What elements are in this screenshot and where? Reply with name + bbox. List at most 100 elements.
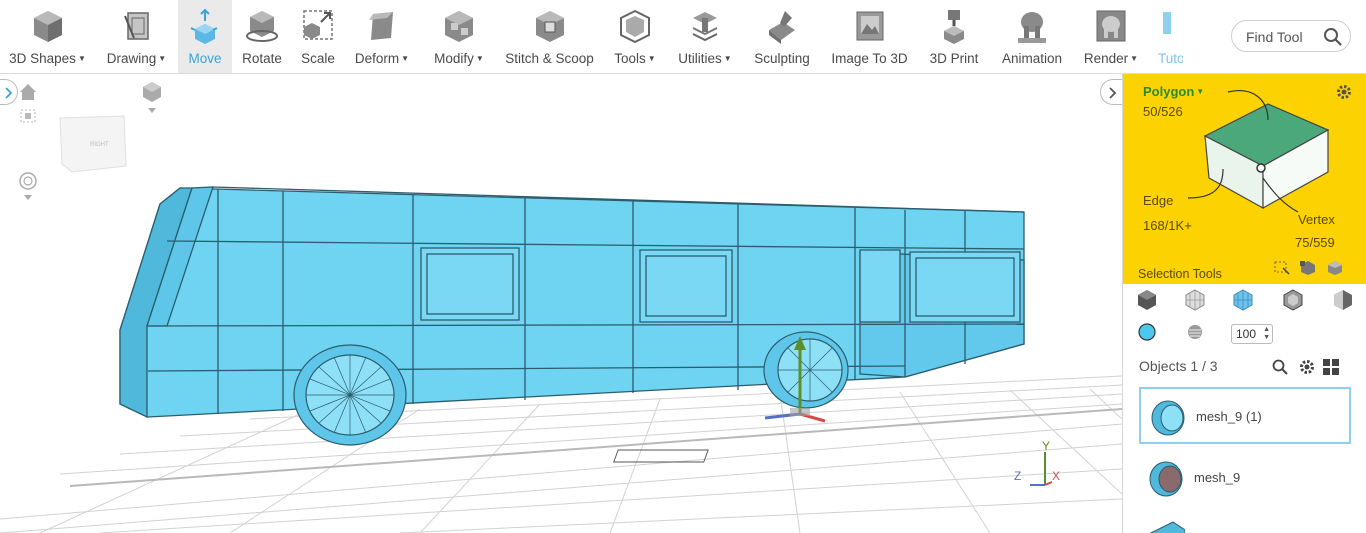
tool-tools[interactable]: Tools ▼ xyxy=(601,0,669,73)
tool-label: Image To 3D xyxy=(831,51,908,66)
tool-label: Render xyxy=(1083,51,1129,66)
left-panel-toggle[interactable] xyxy=(0,79,18,105)
tool-sculpting[interactable]: Sculpting xyxy=(741,0,823,73)
opacity-value: 100 xyxy=(1236,327,1257,341)
chevron-right-icon xyxy=(1109,87,1117,99)
object-thumbnail-partial xyxy=(1149,521,1185,533)
home-view-icon[interactable] xyxy=(18,82,38,102)
transparent-view-icon[interactable] xyxy=(1281,288,1305,312)
object-thumbnail xyxy=(1149,461,1183,497)
tool-label: Utilities xyxy=(678,51,722,66)
stepper-arrows-icon[interactable]: ▲ ▼ xyxy=(1263,326,1270,342)
selection-tools-label: Selection Tools xyxy=(1138,267,1222,281)
tool-label: Modify xyxy=(434,51,474,66)
stitch-scoop-icon xyxy=(535,11,564,42)
texture-icon[interactable] xyxy=(1185,322,1205,342)
tool-stitch-scoop[interactable]: Stitch & Scoop xyxy=(498,0,601,73)
object-name: mesh_9 xyxy=(1194,470,1241,485)
gear-icon[interactable] xyxy=(1335,83,1353,101)
tool-label: 3D Shapes xyxy=(9,51,76,66)
find-tool-input[interactable] xyxy=(1246,27,1326,47)
select-all-icon[interactable] xyxy=(1326,260,1344,276)
find-tool-search[interactable] xyxy=(1231,20,1351,52)
3d-viewport[interactable]: Y X Z RIGHT xyxy=(0,74,1122,533)
display-mode-row xyxy=(1123,288,1366,318)
wheel-front[interactable] xyxy=(763,331,849,409)
tool-move[interactable]: Move xyxy=(178,0,232,73)
frame-view-icon[interactable] xyxy=(18,107,38,125)
object-list-item[interactable]: mesh_9 xyxy=(1139,450,1351,507)
search-icon[interactable] xyxy=(1322,26,1344,48)
object-list-item[interactable]: mesh_9 (1) xyxy=(1139,387,1351,444)
tool-modify[interactable]: Modify ▼ xyxy=(420,0,498,73)
tool-animation[interactable]: Animation xyxy=(992,0,1072,73)
edge-count: 168/1K+ xyxy=(1143,218,1192,233)
tool-label: Scale xyxy=(301,51,335,66)
modify-icon xyxy=(445,11,473,42)
opacity-stepper[interactable]: 100 ▲ ▼ xyxy=(1231,324,1273,344)
solid-wireframe-view-icon[interactable] xyxy=(1231,288,1255,312)
projection-toggle-icon[interactable] xyxy=(140,80,164,114)
rotate-icon xyxy=(246,11,278,42)
main-toolbar: 3D Shapes ▼ Drawing ▼ Move Rotate Scale De… xyxy=(0,0,1366,74)
axis-z-label: Z xyxy=(1014,469,1021,483)
sculpting-icon xyxy=(769,11,795,44)
view-cube[interactable]: RIGHT xyxy=(59,115,127,173)
edge-mode-label[interactable]: Edge xyxy=(1143,193,1173,208)
axis-y-label: Y xyxy=(1042,439,1050,453)
selection-mode-dropdown[interactable]: Polygon ▼ xyxy=(1143,84,1204,99)
search-icon[interactable] xyxy=(1271,358,1289,376)
view-cube-face-label: RIGHT xyxy=(90,142,109,148)
axis-triad: Y X Z xyxy=(1014,439,1060,486)
deform-icon xyxy=(369,12,393,40)
objects-count-label: Objects 1 / 3 xyxy=(1139,358,1218,374)
tool-drawing[interactable]: Drawing ▼ xyxy=(95,0,178,73)
render-icon xyxy=(1096,10,1126,42)
mesh-color-swatch[interactable] xyxy=(1137,322,1157,342)
selection-panel: Polygon ▼ 50/526 Edge 168/1K+ Vertex 75/5… xyxy=(1123,74,1366,284)
select-connected-icon[interactable] xyxy=(1299,260,1317,276)
tool-label: Rotate xyxy=(242,51,282,66)
tutorials-icon xyxy=(1162,12,1171,34)
solid-view-icon[interactable] xyxy=(1135,288,1159,312)
tool-image-to-3d[interactable]: Image To 3D xyxy=(823,0,916,73)
object-name: mesh_9 (1) xyxy=(1196,409,1262,424)
tool-rotate[interactable]: Rotate xyxy=(232,0,292,73)
scene-canvas[interactable]: Y X Z RIGHT xyxy=(0,74,1122,533)
tool-3d-shapes[interactable]: 3D Shapes ▼ xyxy=(0,0,95,73)
tool-label: Tools xyxy=(614,51,646,66)
app-window: 3D Shapes ▼ Drawing ▼ Move Rotate Scale De… xyxy=(0,0,1366,533)
bus-mesh[interactable] xyxy=(119,186,1025,419)
image-to-3d-icon xyxy=(856,11,883,41)
tool-render[interactable]: Render ▼ xyxy=(1072,0,1150,73)
right-panel-toggle[interactable] xyxy=(1100,79,1122,105)
vertex-mode-label[interactable]: Vertex xyxy=(1298,212,1335,227)
tool-utilities[interactable]: Utilities ▼ xyxy=(669,0,741,73)
cube-icon xyxy=(33,11,62,42)
chevron-right-icon xyxy=(5,87,13,99)
tool-tutorials[interactable]: Tuto xyxy=(1150,0,1183,73)
tool-label: Sculpting xyxy=(754,51,810,66)
right-sidebar: Polygon ▼ 50/526 Edge 168/1K+ Vertex 75/5… xyxy=(1122,74,1366,533)
axis-x-label: X xyxy=(1052,469,1060,483)
drawing-icon xyxy=(123,12,149,40)
orbit-view-icon[interactable] xyxy=(17,171,39,203)
selection-mode-label: Polygon xyxy=(1143,84,1195,99)
grid-view-icon[interactable] xyxy=(1322,358,1340,376)
tool-label: 3D Print xyxy=(929,51,979,66)
polygon-count: 50/526 xyxy=(1143,104,1183,119)
wheel-rear[interactable] xyxy=(293,344,407,446)
tool-deform[interactable]: Deform ▼ xyxy=(344,0,420,73)
xray-view-icon[interactable] xyxy=(1331,288,1355,312)
move-icon xyxy=(190,8,218,44)
3d-print-icon xyxy=(944,10,964,44)
tool-scale[interactable]: Scale xyxy=(292,0,344,73)
gear-icon[interactable] xyxy=(1298,358,1316,376)
box-select-icon[interactable] xyxy=(1273,260,1291,276)
tool-3d-print[interactable]: 3D Print xyxy=(916,0,992,73)
wireframe-view-icon[interactable] xyxy=(1183,288,1207,312)
scale-icon xyxy=(303,10,333,40)
tool-label: Animation xyxy=(1001,51,1063,66)
utilities-icon xyxy=(692,12,718,42)
tool-label: Move xyxy=(188,51,222,66)
